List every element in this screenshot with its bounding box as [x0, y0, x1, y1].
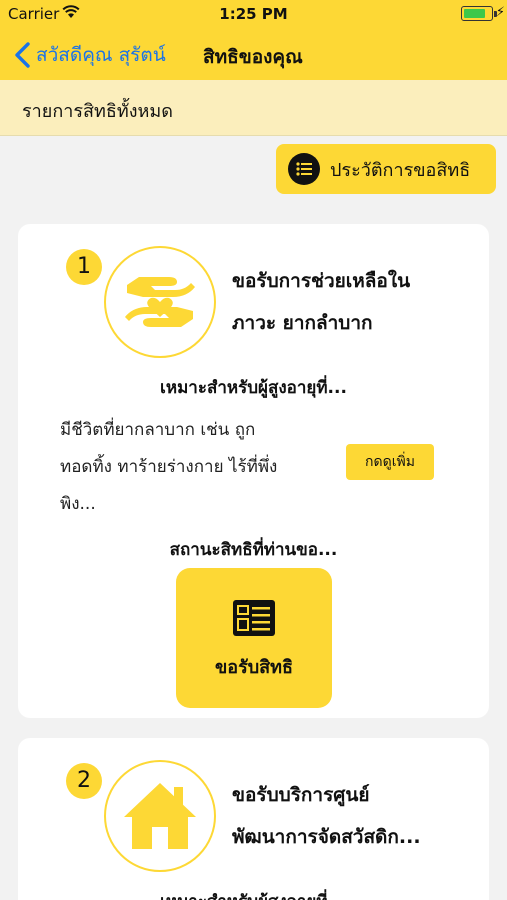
status-bar: Carrier 1:25 PM ⚡	[0, 0, 507, 28]
card-number-badge: 1	[66, 249, 102, 285]
back-button[interactable]: สวัสดีคุณ สุรัตน์	[14, 40, 166, 70]
document-icon	[233, 600, 275, 636]
list-icon	[288, 153, 320, 185]
card-title: ขอรับบริการศูนย์ พัฒนาการจัดสวัสดิก...	[232, 784, 421, 848]
card-number-badge: 2	[66, 763, 102, 799]
benefit-card: 1 ขอรับการช่วยเหลือใน ภาวะ ยากลำบาก เหมา…	[18, 224, 489, 718]
card-title: ขอรับการช่วยเหลือใน ภาวะ ยากลำบาก	[232, 270, 411, 334]
battery-icon	[461, 6, 497, 21]
page-title: สิทธิของคุณ	[203, 46, 303, 68]
claim-history-label: ประวัติการขอสิทธิ	[330, 159, 471, 181]
charging-bolt-icon: ⚡	[495, 5, 505, 20]
status-label: สถานะสิทธิที่ท่านขอ...	[169, 540, 338, 560]
section-header: รายการสิทธิทั้งหมด	[0, 80, 507, 136]
helping-hands-heart-icon	[104, 246, 216, 358]
suitable-for-label: เหมาะสำหรับผู้สูงอายุที่...	[160, 378, 347, 398]
back-button-label: สวัสดีคุณ สุรัตน์	[36, 44, 166, 66]
card-description: มีชีวิตที่ยากลาบาก เช่น ถูก ทอดทิ้ง ทาร้…	[60, 420, 278, 514]
see-more-button[interactable]: กดดูเพิ่ม	[346, 444, 434, 480]
claim-history-button[interactable]: ประวัติการขอสิทธิ	[276, 144, 496, 194]
section-title: รายการสิทธิทั้งหมด	[22, 101, 173, 122]
house-icon	[104, 760, 216, 872]
claim-benefit-label: ขอรับสิทธิ	[214, 657, 294, 678]
clock: 1:25 PM	[219, 5, 288, 23]
claim-benefit-button[interactable]: ขอรับสิทธิ	[176, 568, 332, 708]
benefit-card: 2 ขอรับบริการศูนย์ พัฒนาการจัดสวัสดิก...…	[18, 738, 489, 900]
chevron-left-icon	[15, 42, 30, 68]
suitable-for-label: เหมาะสำหรับผู้สูงอายุที่...	[18, 888, 489, 900]
nav-bar: สวัสดีคุณ สุรัตน์ สิทธิของคุณ	[0, 28, 507, 80]
